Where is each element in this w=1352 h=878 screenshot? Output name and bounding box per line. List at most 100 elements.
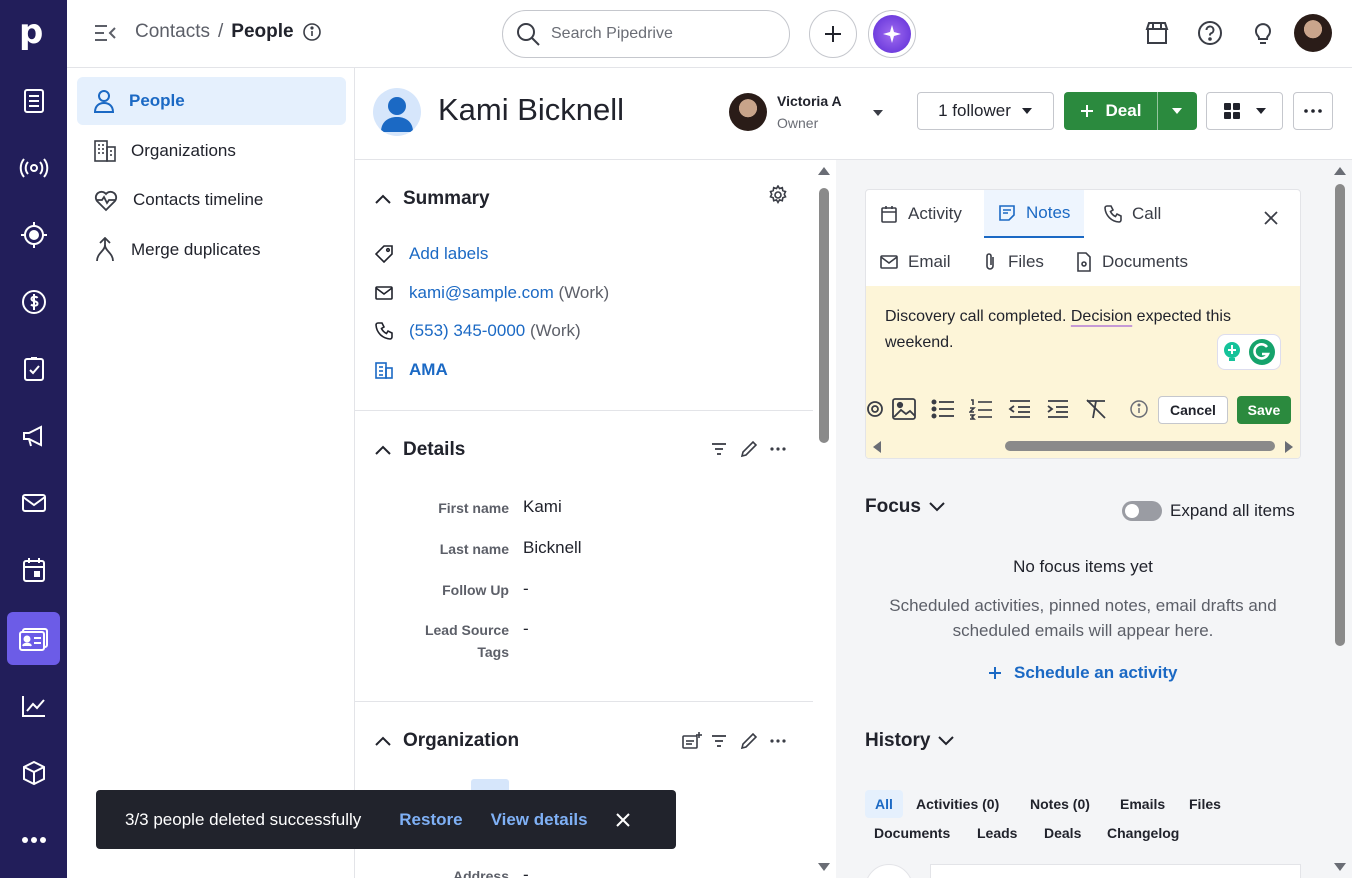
- phone-link[interactable]: (553) 345-0000: [409, 321, 525, 340]
- marketplace-icon[interactable]: [1142, 18, 1172, 48]
- owner-name[interactable]: Victoria A: [777, 93, 842, 109]
- contacts-card-icon[interactable]: [7, 612, 60, 665]
- outdent-icon[interactable]: [1007, 396, 1033, 422]
- scroll-left-arrow[interactable]: [872, 440, 882, 454]
- more-horizontal-icon[interactable]: [770, 739, 786, 743]
- collapse-menu-icon[interactable]: [93, 22, 117, 44]
- h-scrollbar-thumb[interactable]: [1005, 441, 1275, 451]
- subnav-item-contacts-timeline[interactable]: Contacts timeline: [77, 176, 346, 224]
- add-card-icon[interactable]: [682, 732, 702, 750]
- field-value[interactable]: -: [523, 619, 529, 639]
- restore-button[interactable]: Restore: [399, 810, 462, 830]
- history-tab-activities[interactable]: Activities (0): [916, 796, 999, 812]
- info-icon[interactable]: [1126, 396, 1152, 422]
- radar-icon[interactable]: [17, 218, 50, 251]
- ai-assistant-button[interactable]: [868, 10, 916, 58]
- schedule-activity-link[interactable]: Schedule an activity: [988, 663, 1177, 683]
- close-icon[interactable]: [1264, 211, 1278, 225]
- breadcrumb-parent[interactable]: Contacts: [135, 21, 210, 43]
- add-labels-link[interactable]: Add labels: [409, 244, 488, 264]
- owner-dropdown-icon[interactable]: [872, 109, 884, 117]
- mail-icon[interactable]: [17, 486, 50, 519]
- tab-documents[interactable]: Documents: [1076, 252, 1188, 272]
- view-details-button[interactable]: View details: [491, 810, 588, 830]
- field-value[interactable]: Bicknell: [523, 538, 582, 558]
- filter-icon[interactable]: [711, 734, 727, 748]
- clipboard-check-icon[interactable]: [17, 352, 50, 385]
- chart-icon[interactable]: [17, 689, 50, 722]
- megaphone-icon[interactable]: [17, 419, 50, 452]
- numbered-list-icon[interactable]: [968, 396, 994, 422]
- indent-icon[interactable]: [1045, 396, 1071, 422]
- leads-icon[interactable]: [17, 151, 50, 184]
- layout-switch-button[interactable]: [1206, 92, 1283, 130]
- close-icon[interactable]: [615, 812, 630, 827]
- scroll-right-arrow[interactable]: [1284, 440, 1294, 454]
- history-tab-files[interactable]: Files: [1189, 796, 1221, 812]
- field-value[interactable]: -: [523, 865, 529, 878]
- tab-activity[interactable]: Activity: [880, 204, 962, 224]
- record-name[interactable]: Kami Bicknell: [438, 92, 624, 128]
- focus-header[interactable]: Focus: [865, 496, 945, 518]
- lightbulb-icon[interactable]: [1248, 18, 1278, 48]
- history-header[interactable]: History: [865, 730, 955, 752]
- scrollbar-thumb[interactable]: [1335, 184, 1345, 646]
- org-link[interactable]: AMA: [409, 360, 448, 380]
- scroll-up-arrow[interactable]: [1333, 166, 1347, 176]
- add-labels-row[interactable]: Add labels: [375, 244, 488, 264]
- details-header[interactable]: Details: [375, 439, 465, 461]
- more-icon[interactable]: [17, 823, 50, 856]
- follower-button[interactable]: 1 follower: [917, 92, 1054, 130]
- tab-files[interactable]: Files: [982, 252, 1044, 272]
- field-value[interactable]: Kami: [523, 497, 562, 517]
- expand-toggle[interactable]: [1122, 501, 1162, 521]
- pencil-icon[interactable]: [740, 440, 758, 458]
- pipedrive-logo[interactable]: p: [19, 14, 49, 50]
- bullet-list-icon[interactable]: [930, 396, 956, 422]
- info-icon[interactable]: [302, 22, 322, 42]
- history-tab-notes[interactable]: Notes (0): [1030, 796, 1090, 812]
- owner-avatar[interactable]: [729, 93, 767, 131]
- search-input[interactable]: Search Pipedrive: [502, 10, 790, 58]
- pencil-icon[interactable]: [740, 732, 758, 750]
- scroll-down-arrow[interactable]: [817, 862, 831, 872]
- field-value[interactable]: -: [523, 579, 529, 599]
- history-tab-emails[interactable]: Emails: [1120, 796, 1165, 812]
- more-horizontal-icon[interactable]: [770, 447, 786, 451]
- subnav-item-people[interactable]: People: [77, 77, 346, 125]
- scrollbar-thumb[interactable]: [819, 188, 829, 443]
- history-tab-deals[interactable]: Deals: [1044, 825, 1081, 841]
- tab-notes[interactable]: Notes: [984, 190, 1085, 238]
- clear-format-icon[interactable]: [1083, 396, 1109, 422]
- subnav-item-organizations[interactable]: Organizations: [77, 127, 346, 175]
- note-editor[interactable]: Discovery call completed. Decision expec…: [866, 286, 1300, 458]
- deals-list-icon[interactable]: [17, 84, 50, 117]
- filter-icon[interactable]: [711, 442, 727, 456]
- mention-icon[interactable]: [866, 396, 888, 422]
- image-icon[interactable]: [891, 396, 917, 422]
- scroll-down-arrow[interactable]: [1333, 862, 1347, 872]
- scroll-up-arrow[interactable]: [817, 166, 831, 176]
- history-tab-leads[interactable]: Leads: [977, 825, 1017, 841]
- calendar-icon[interactable]: [17, 553, 50, 586]
- organization-header[interactable]: Organization: [375, 730, 519, 752]
- add-deal-button[interactable]: Deal: [1064, 92, 1197, 130]
- save-button[interactable]: Save: [1237, 396, 1291, 424]
- grammarly-widget[interactable]: [1217, 334, 1281, 370]
- grammar-flagged-word[interactable]: Decision: [1071, 308, 1132, 325]
- gear-icon[interactable]: [768, 185, 788, 205]
- add-deal-main[interactable]: Deal: [1064, 92, 1158, 130]
- email-link[interactable]: kami@sample.com: [409, 283, 554, 302]
- user-avatar[interactable]: [1294, 14, 1332, 52]
- tab-email[interactable]: Email: [880, 252, 951, 272]
- history-tab-documents[interactable]: Documents: [874, 825, 950, 841]
- deal-dropdown-icon[interactable]: [1158, 107, 1196, 115]
- summary-header[interactable]: Summary: [375, 188, 490, 210]
- subnav-item-merge-duplicates[interactable]: Merge duplicates: [77, 226, 346, 274]
- cube-icon[interactable]: [17, 756, 50, 789]
- history-tab-changelog[interactable]: Changelog: [1107, 825, 1179, 841]
- cancel-button[interactable]: Cancel: [1158, 396, 1228, 424]
- more-options-button[interactable]: [1293, 92, 1333, 130]
- history-tab-all[interactable]: All: [865, 790, 903, 818]
- dollar-icon[interactable]: [17, 285, 50, 318]
